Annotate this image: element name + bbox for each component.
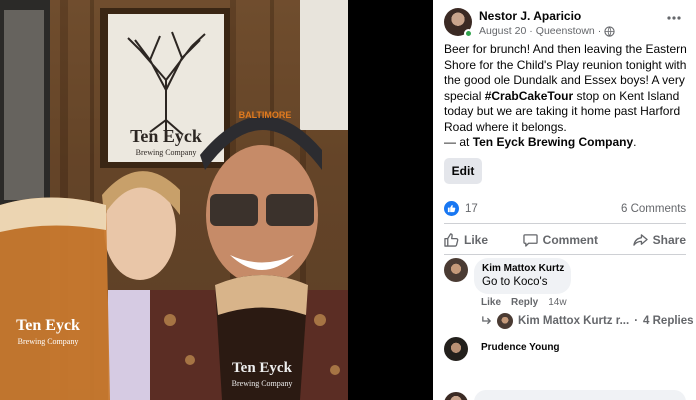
- post-body: Beer for brunch! And then leaving the Ea…: [444, 42, 692, 135]
- divider-bottom: [444, 254, 686, 255]
- like-reaction-icon: [444, 201, 459, 216]
- post-actions: Like Comment Share: [444, 228, 686, 252]
- ellipsis-icon: [667, 16, 681, 20]
- edit-button[interactable]: Edit: [444, 158, 482, 184]
- glasses-left-lens: [210, 194, 258, 226]
- more-options-button[interactable]: [663, 10, 685, 26]
- thumbs-up-icon: [447, 204, 456, 213]
- checkin-line: — at Ten Eyck Brewing Company.: [444, 135, 637, 149]
- right-glass-subtext: Brewing Company: [232, 379, 293, 388]
- reply-count: 4 Replies: [643, 315, 694, 327]
- share-button[interactable]: Share: [632, 228, 686, 252]
- cap-text: BALTIMORE: [239, 110, 292, 120]
- post-location[interactable]: Queenstown: [536, 25, 595, 37]
- like-button[interactable]: Like: [444, 228, 488, 252]
- post-panel: Nestor J. Aparicio August 20 · Queenstow…: [433, 0, 696, 400]
- comment-bubble-icon: [522, 234, 538, 247]
- comment-reply-button[interactable]: Reply: [511, 297, 538, 308]
- globe-icon: [604, 25, 615, 37]
- share-arrow-icon: [632, 234, 648, 246]
- window-glass: [4, 10, 44, 200]
- left-glass-subtext: Brewing Company: [18, 337, 79, 346]
- hashtag-link[interactable]: #CrabCakeTour: [485, 89, 573, 103]
- view-replies-link[interactable]: Kim Mattox Kurtz r... · 4 Replies: [481, 313, 694, 329]
- comment-actions: Like Reply 14w: [481, 297, 567, 308]
- comment-count[interactable]: 6 Comments: [621, 203, 686, 215]
- commenter-name[interactable]: Kim Mattox Kurtz: [482, 263, 564, 274]
- divider-top: [444, 223, 686, 224]
- reply-author: Kim Mattox Kurtz r...: [518, 315, 630, 327]
- checkin-place-link[interactable]: Ten Eyck Brewing Company: [473, 135, 633, 149]
- commenter-avatar-2[interactable]: [444, 337, 468, 361]
- meta-separator-2: ·: [597, 25, 602, 37]
- comment-button[interactable]: Comment: [522, 228, 598, 252]
- checkin-prefix: — at: [444, 135, 473, 149]
- comment-text: Go to Koco's: [482, 276, 548, 288]
- meta-separator: ·: [529, 25, 533, 37]
- comment-bubble: Kim Mattox Kurtz Go to Koco's: [474, 258, 571, 294]
- commenter-avatar[interactable]: [444, 258, 468, 282]
- reply-separator: ·: [634, 315, 639, 327]
- post-date[interactable]: August 20: [479, 25, 526, 37]
- reply-author-avatar: [497, 313, 513, 329]
- share-label: Share: [652, 233, 686, 247]
- reaction-count: 17: [465, 202, 478, 215]
- comment-like-button[interactable]: Like: [481, 297, 501, 308]
- commenter-name-2[interactable]: Prudence Young: [481, 342, 560, 353]
- photo-scene: Ten Eyck Brewing Company BALTIMORE Ten E…: [0, 0, 348, 400]
- reaction-summary[interactable]: 17: [444, 201, 478, 216]
- post-meta: August 20 · Queenstown ·: [479, 25, 615, 37]
- sign-name: Ten Eyck: [130, 126, 202, 146]
- current-user-avatar: [444, 392, 468, 400]
- left-glass-text: Ten Eyck: [16, 317, 80, 334]
- sign-subtitle: Brewing Company: [136, 148, 197, 157]
- photo-viewer-background: [348, 0, 433, 400]
- comment-timestamp[interactable]: 14w: [548, 297, 566, 308]
- online-status-icon: [464, 29, 473, 38]
- checkin-suffix: .: [633, 135, 637, 149]
- like-label: Like: [464, 233, 489, 247]
- author-name[interactable]: Nestor J. Aparicio: [479, 9, 581, 23]
- glasses-right-lens: [266, 194, 314, 226]
- reply-arrow-icon: [482, 316, 492, 325]
- post-photo[interactable]: Ten Eyck Brewing Company BALTIMORE Ten E…: [0, 0, 348, 400]
- write-comment-input[interactable]: [474, 390, 686, 400]
- right-window: [300, 0, 348, 130]
- thumbs-up-outline-icon: [444, 233, 459, 247]
- comment-label: Comment: [542, 233, 598, 247]
- right-glass-text: Ten Eyck: [232, 360, 293, 376]
